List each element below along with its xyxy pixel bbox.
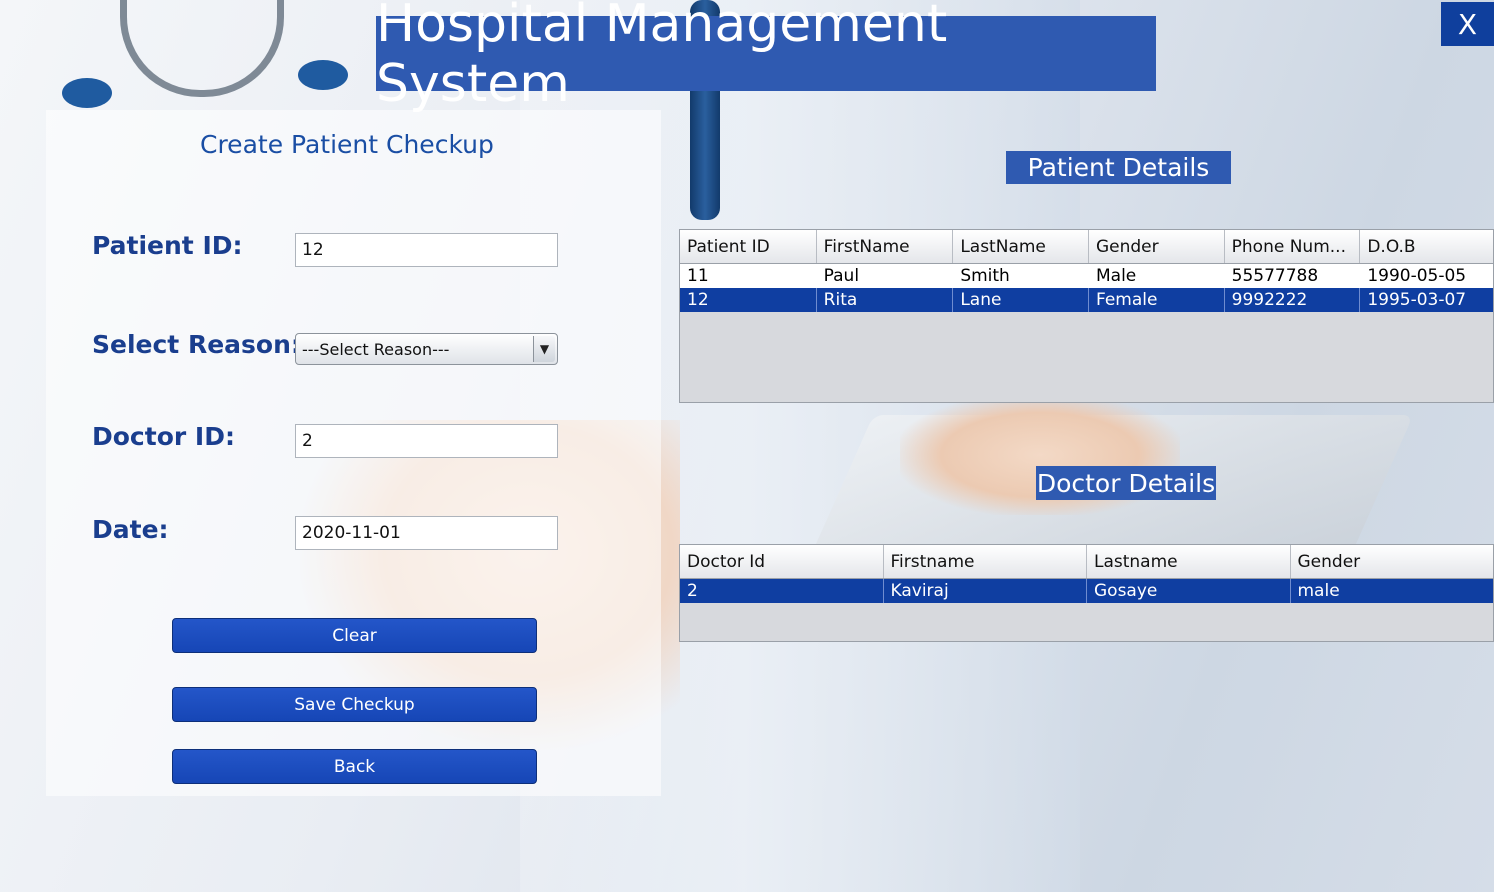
reason-select[interactable]: ---Select Reason--- ▼ bbox=[295, 333, 558, 365]
table-cell: 11 bbox=[687, 266, 709, 286]
back-button[interactable]: Back bbox=[172, 749, 537, 784]
table-cell: Male bbox=[1095, 266, 1137, 286]
table-cell: 55577788 bbox=[1231, 266, 1319, 286]
table-row-selected[interactable]: 12 Rita Lane Female 9992222 1995-03-07 bbox=[680, 288, 1493, 312]
save-checkup-button[interactable]: Save Checkup bbox=[172, 687, 537, 722]
doctor-id-input[interactable]: 2 bbox=[295, 424, 558, 458]
table-cell: Rita bbox=[817, 288, 954, 312]
table-cell: 2 bbox=[680, 579, 884, 603]
select-reason-label: Select Reason: bbox=[92, 330, 301, 359]
column-header[interactable]: Firstname bbox=[884, 545, 1087, 578]
column-header[interactable]: Gender bbox=[1089, 230, 1225, 263]
table-row-selected[interactable]: 2 Kaviraj Gosaye male bbox=[680, 579, 1493, 603]
table-cell: Female bbox=[1089, 288, 1225, 312]
table-cell: male bbox=[1297, 581, 1340, 601]
patient-details-title: Patient Details bbox=[1006, 151, 1231, 184]
table-cell: 12 bbox=[680, 288, 817, 312]
patient-table-header: Patient ID FirstName LastName Gender Pho… bbox=[680, 230, 1493, 264]
table-cell: Paul bbox=[823, 266, 860, 286]
column-header[interactable]: Doctor Id bbox=[680, 545, 884, 578]
column-header[interactable]: Lastname bbox=[1087, 545, 1291, 578]
table-cell: Lane bbox=[953, 288, 1089, 312]
patient-id-label: Patient ID: bbox=[92, 231, 243, 260]
doctor-id-label: Doctor ID: bbox=[92, 422, 235, 451]
patient-id-input[interactable]: 12 bbox=[295, 233, 558, 267]
column-header[interactable]: Phone Num... bbox=[1225, 230, 1361, 263]
date-input[interactable]: 2020-11-01 bbox=[295, 516, 558, 550]
table-cell: Smith bbox=[960, 266, 1010, 286]
table-cell: 1990-05-05 bbox=[1367, 266, 1467, 286]
clear-button[interactable]: Clear bbox=[172, 618, 537, 653]
column-header[interactable]: Gender bbox=[1291, 545, 1494, 578]
stethoscope-image bbox=[120, 0, 284, 97]
date-label: Date: bbox=[92, 515, 169, 544]
column-header[interactable]: D.O.B bbox=[1360, 230, 1493, 263]
patient-table[interactable]: Patient ID FirstName LastName Gender Pho… bbox=[679, 229, 1494, 403]
column-header[interactable]: Patient ID bbox=[680, 230, 817, 263]
form-heading: Create Patient Checkup bbox=[200, 130, 494, 159]
column-header[interactable]: LastName bbox=[953, 230, 1089, 263]
table-row[interactable]: 11 Paul Smith Male 55577788 1990-05-05 bbox=[680, 264, 1493, 288]
table-cell: 1995-03-07 bbox=[1367, 290, 1467, 310]
close-button[interactable]: X bbox=[1441, 2, 1494, 46]
app-title: Hospital Management System bbox=[376, 0, 1156, 114]
stethoscope-earpiece-left bbox=[62, 78, 112, 108]
doctor-table[interactable]: Doctor Id Firstname Lastname Gender 2 Ka… bbox=[679, 544, 1494, 642]
doctor-table-header: Doctor Id Firstname Lastname Gender bbox=[680, 545, 1493, 579]
column-header[interactable]: FirstName bbox=[817, 230, 954, 263]
reason-select-value: ---Select Reason--- bbox=[302, 340, 450, 359]
stethoscope-earpiece-right bbox=[298, 60, 348, 90]
table-cell: Kaviraj bbox=[884, 579, 1087, 603]
table-cell: Gosaye bbox=[1087, 579, 1291, 603]
doctor-details-title: Doctor Details bbox=[1036, 466, 1216, 500]
table-cell: 9992222 bbox=[1225, 288, 1361, 312]
dropdown-arrow-icon[interactable]: ▼ bbox=[533, 336, 555, 362]
